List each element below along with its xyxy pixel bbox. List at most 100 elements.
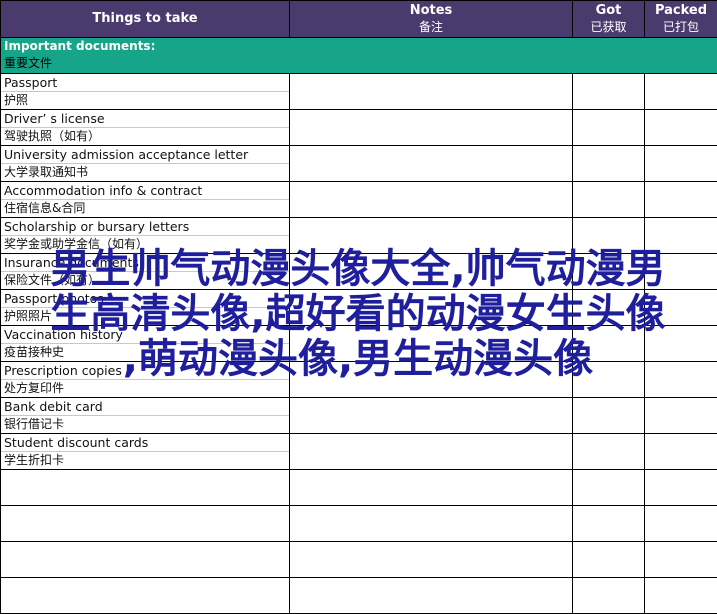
item-cell[interactable]: Student discount cards 学生折扣卡 <box>0 433 290 470</box>
notes-cell[interactable] <box>289 289 573 326</box>
notes-cell[interactable] <box>289 109 573 146</box>
packed-cell[interactable] <box>644 289 717 326</box>
got-cell[interactable] <box>572 505 645 542</box>
section-cell[interactable]: Important documents: 重要文件 <box>0 37 717 74</box>
table-row: Vaccination history 疫苗接种史 <box>0 325 717 362</box>
notes-cell[interactable] <box>289 253 573 290</box>
header-got[interactable]: Got 已获取 <box>572 0 645 38</box>
packed-cell[interactable] <box>644 73 717 110</box>
got-cell[interactable] <box>572 361 645 398</box>
item-cell[interactable]: Vaccination history 疫苗接种史 <box>0 325 290 362</box>
header-packed-zh: 已打包 <box>662 20 699 34</box>
packed-cell[interactable] <box>644 433 717 470</box>
item-label-zh: 大学录取通知书 <box>4 165 89 179</box>
item-label-zh: 保险文件（如有） <box>4 273 101 287</box>
notes-cell[interactable] <box>289 361 573 398</box>
header-things-label: Things to take <box>92 11 198 26</box>
item-cell[interactable] <box>0 541 290 578</box>
notes-cell[interactable] <box>289 433 573 470</box>
header-notes[interactable]: Notes 备注 <box>289 0 573 38</box>
notes-cell[interactable] <box>289 217 573 254</box>
notes-cell[interactable] <box>289 577 573 614</box>
section-title-en: Important documents: <box>4 39 156 53</box>
packed-cell[interactable] <box>644 397 717 434</box>
packed-cell[interactable] <box>644 361 717 398</box>
table-row: Insurance documents 保险文件（如有） <box>0 253 717 290</box>
item-cell[interactable] <box>0 469 290 506</box>
got-cell[interactable] <box>572 181 645 218</box>
item-label-zh: 护照照片 <box>4 309 53 323</box>
item-label-en: Passport <box>1 75 289 92</box>
notes-cell[interactable] <box>289 325 573 362</box>
header-things-to-take[interactable]: Things to take <box>0 0 290 38</box>
packed-cell[interactable] <box>644 505 717 542</box>
item-label-zh: 处方复印件 <box>4 381 65 395</box>
table-row: Passport 护照 <box>0 73 717 110</box>
item-label-zh: 疫苗接种史 <box>4 345 65 359</box>
notes-cell[interactable] <box>289 469 573 506</box>
table-row: Driver’ s license 驾驶执照（如有） <box>0 109 717 146</box>
packed-cell[interactable] <box>644 253 717 290</box>
item-label-zh: 驾驶执照（如有） <box>4 129 101 143</box>
got-cell[interactable] <box>572 217 645 254</box>
packed-cell[interactable] <box>644 577 717 614</box>
item-cell[interactable] <box>0 577 290 614</box>
packed-cell[interactable] <box>644 181 717 218</box>
got-cell[interactable] <box>572 145 645 182</box>
notes-cell[interactable] <box>289 181 573 218</box>
notes-cell[interactable] <box>289 73 573 110</box>
got-cell[interactable] <box>572 541 645 578</box>
got-cell[interactable] <box>572 289 645 326</box>
item-label-zh: 学生折扣卡 <box>4 453 65 467</box>
got-cell[interactable] <box>572 577 645 614</box>
item-cell[interactable]: Prescription copies 处方复印件 <box>0 361 290 398</box>
got-cell[interactable] <box>572 253 645 290</box>
packed-cell[interactable] <box>644 109 717 146</box>
header-packed[interactable]: Packed 已打包 <box>644 0 717 38</box>
got-cell[interactable] <box>572 73 645 110</box>
item-label-zh: 银行借记卡 <box>4 417 65 431</box>
notes-cell[interactable] <box>289 541 573 578</box>
notes-cell[interactable] <box>289 505 573 542</box>
got-cell[interactable] <box>572 109 645 146</box>
header-got-en: Got <box>595 3 622 18</box>
item-label-en: Insurance documents <box>1 255 289 272</box>
header-packed-en: Packed <box>654 3 708 18</box>
item-cell[interactable]: Passport photos 护照照片 <box>0 289 290 326</box>
packed-cell[interactable] <box>644 325 717 362</box>
header-notes-en: Notes <box>409 3 453 18</box>
item-label-en: Prescription copies <box>1 363 289 380</box>
header-got-zh: 已获取 <box>590 20 627 34</box>
empty-row <box>0 505 717 542</box>
packed-cell[interactable] <box>644 145 717 182</box>
notes-cell[interactable] <box>289 397 573 434</box>
item-cell[interactable]: Scholarship or bursary letters 奖学金或助学金信（如… <box>0 217 290 254</box>
got-cell[interactable] <box>572 469 645 506</box>
item-label-en: Accommodation info & contract <box>1 183 289 200</box>
item-cell[interactable]: Driver’ s license 驾驶执照（如有） <box>0 109 290 146</box>
table-row: Accommodation info & contract 住宿信息&合同 <box>0 181 717 218</box>
item-cell[interactable]: Accommodation info & contract 住宿信息&合同 <box>0 181 290 218</box>
item-cell[interactable]: Passport 护照 <box>0 73 290 110</box>
header-row: Things to take Notes 备注 Got 已获取 Packed 已… <box>0 0 717 38</box>
packed-cell[interactable] <box>644 469 717 506</box>
item-cell[interactable]: University admission acceptance letter 大学… <box>0 145 290 182</box>
table-row: Prescription copies 处方复印件 <box>0 361 717 398</box>
empty-row <box>0 577 717 614</box>
item-cell[interactable] <box>0 505 290 542</box>
item-cell[interactable]: Bank debit card 银行借记卡 <box>0 397 290 434</box>
item-label-zh: 奖学金或助学金信（如有） <box>4 237 149 251</box>
got-cell[interactable] <box>572 325 645 362</box>
packed-cell[interactable] <box>644 541 717 578</box>
got-cell[interactable] <box>572 397 645 434</box>
packed-cell[interactable] <box>644 217 717 254</box>
header-notes-zh: 备注 <box>418 20 443 34</box>
empty-row <box>0 469 717 506</box>
table-row: University admission acceptance letter 大学… <box>0 145 717 182</box>
item-cell[interactable]: Insurance documents 保险文件（如有） <box>0 253 290 290</box>
section-title-zh: 重要文件 <box>4 56 53 70</box>
notes-cell[interactable] <box>289 145 573 182</box>
got-cell[interactable] <box>572 433 645 470</box>
item-label-en: Vaccination history <box>1 327 289 344</box>
item-label-en: Scholarship or bursary letters <box>1 219 289 236</box>
